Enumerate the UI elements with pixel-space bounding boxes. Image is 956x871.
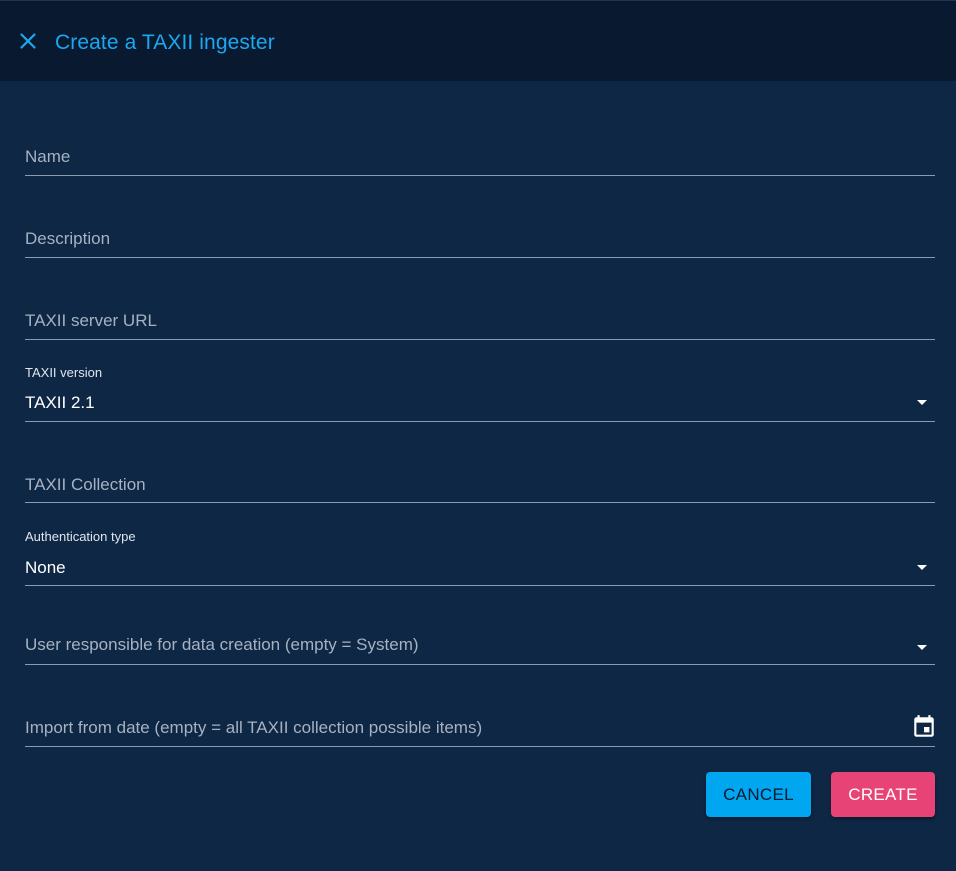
taxii-version-select[interactable]: TAXII version TAXII 2.1 bbox=[25, 362, 935, 422]
close-icon[interactable] bbox=[16, 29, 40, 53]
create-button[interactable]: CREATE bbox=[831, 772, 935, 817]
import-date-field[interactable]: Import from date (empty = all TAXII coll… bbox=[25, 700, 935, 747]
server-url-field[interactable]: TAXII server URL bbox=[25, 294, 935, 340]
arrow-drop-down-icon bbox=[917, 565, 927, 570]
cancel-button[interactable]: CANCEL bbox=[706, 772, 811, 817]
taxii-version-label: TAXII version bbox=[25, 365, 103, 380]
user-responsible-select[interactable]: User responsible for data creation (empt… bbox=[25, 618, 935, 665]
authentication-type-select[interactable]: Authentication type None bbox=[25, 526, 935, 586]
authentication-type-label: Authentication type bbox=[25, 529, 136, 544]
arrow-drop-down-icon bbox=[917, 645, 927, 650]
calendar-icon[interactable] bbox=[911, 714, 937, 745]
collection-placeholder: TAXII Collection bbox=[25, 475, 146, 494]
authentication-type-value: None bbox=[25, 558, 66, 577]
name-placeholder: Name bbox=[25, 147, 71, 166]
import-date-placeholder: Import from date (empty = all TAXII coll… bbox=[25, 718, 483, 737]
arrow-drop-down-icon bbox=[917, 400, 927, 405]
user-responsible-placeholder: User responsible for data creation (empt… bbox=[25, 635, 419, 654]
server-url-placeholder: TAXII server URL bbox=[25, 311, 157, 330]
dialog-header: Create a TAXII ingester bbox=[0, 0, 956, 81]
dialog-title: Create a TAXII ingester bbox=[55, 31, 275, 54]
description-field[interactable]: Description bbox=[25, 212, 935, 258]
taxii-version-value: TAXII 2.1 bbox=[25, 393, 95, 412]
description-placeholder: Description bbox=[25, 229, 111, 248]
name-field[interactable]: Name bbox=[25, 130, 935, 176]
collection-field[interactable]: TAXII Collection bbox=[25, 458, 935, 503]
